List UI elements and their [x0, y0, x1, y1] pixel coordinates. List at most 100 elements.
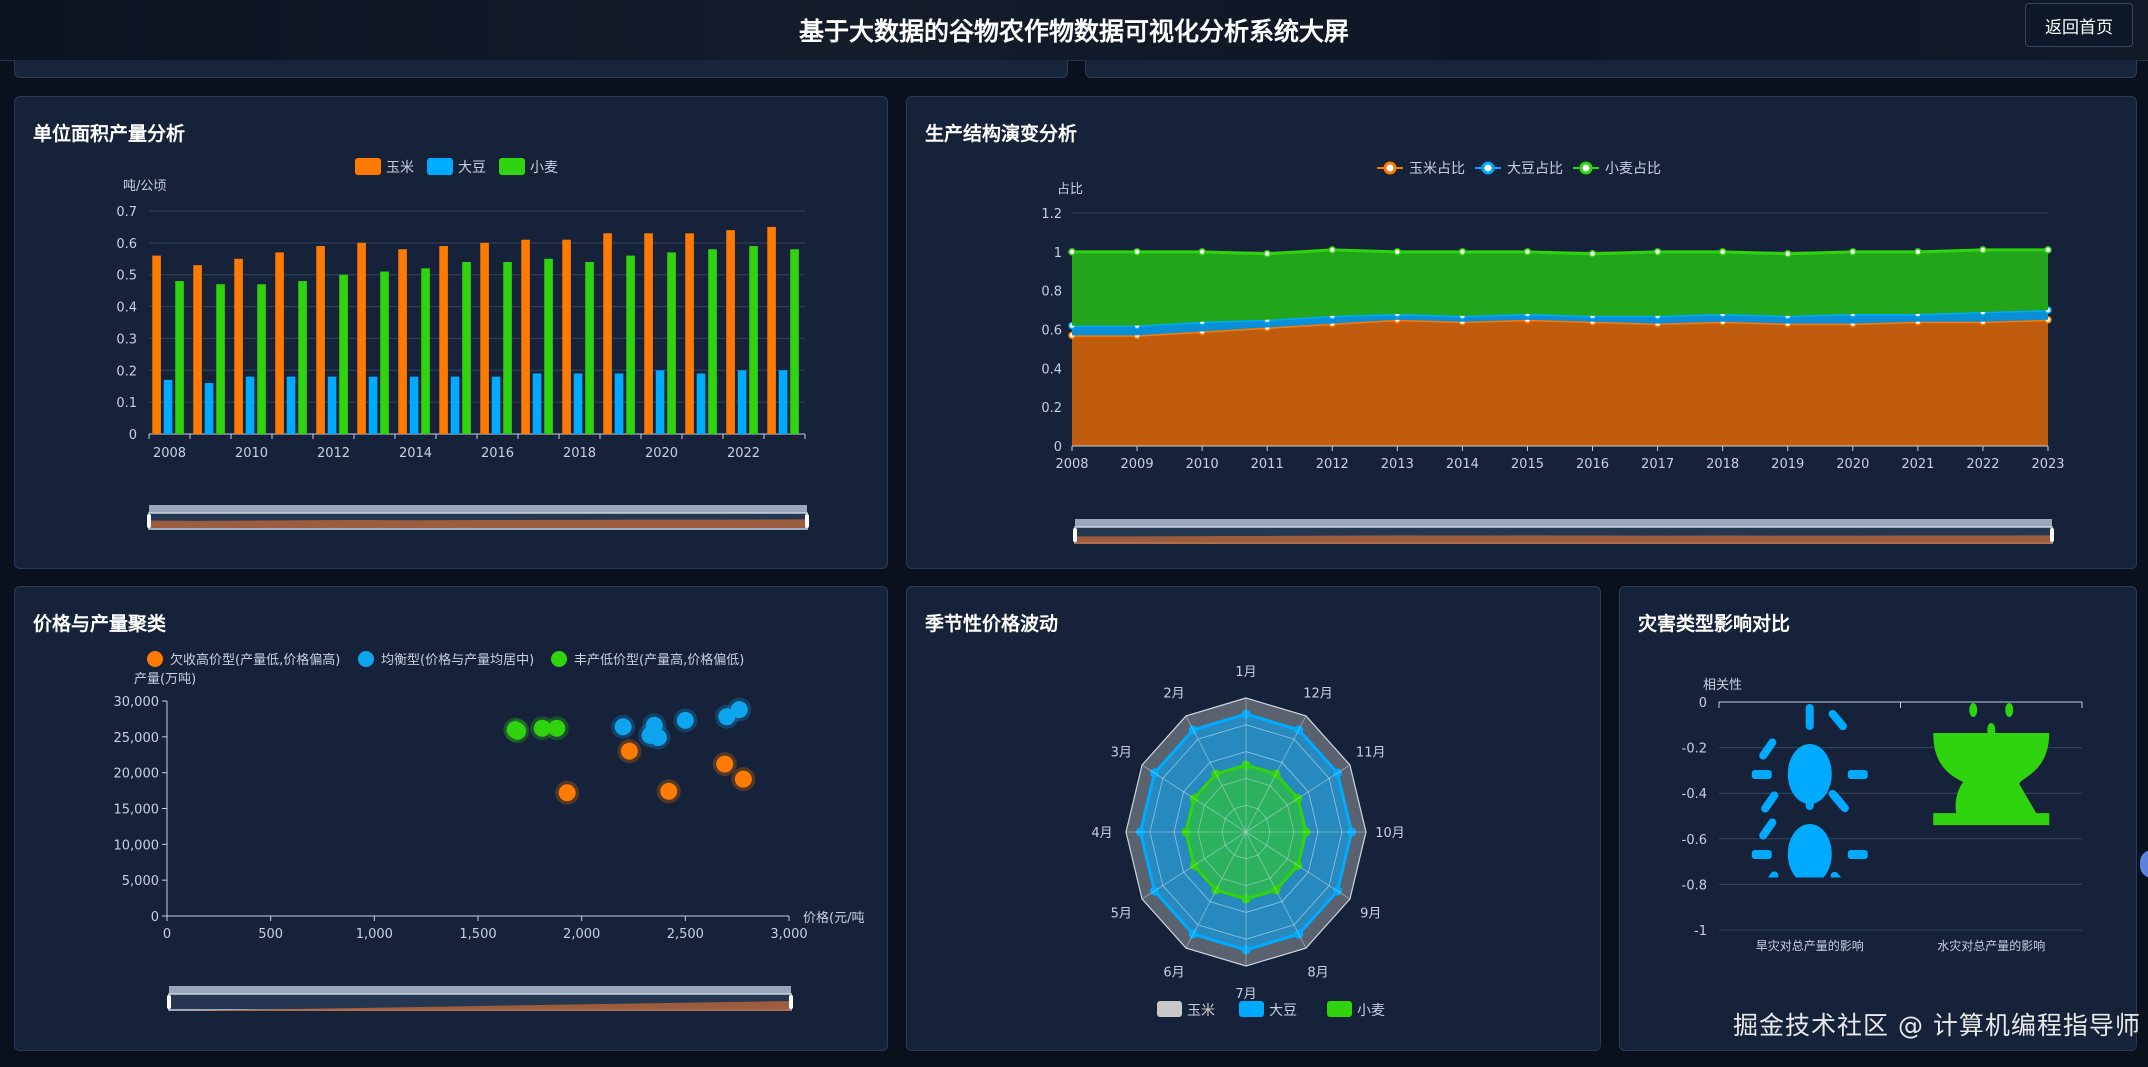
panel-structure: 生产结构演变分析 玉米占比大豆占比小麦占比占比00.20.40.60.811.2… — [906, 96, 2137, 569]
flood-pictorial-bar — [1933, 733, 2049, 825]
panel-seasonal: 季节性价格波动 1月2月3月4月5月6月7月8月9月10月11月12月玉米大豆小… — [906, 586, 1601, 1051]
legend-marker-2[interactable] — [1581, 163, 1591, 173]
scatter-point-0-2[interactable] — [660, 783, 677, 800]
bar-0-2017 — [521, 240, 530, 434]
bar-0-2015 — [439, 246, 448, 434]
bar-0-2023 — [767, 227, 776, 434]
bar-1-2022 — [738, 370, 747, 434]
legend-label[interactable]: 大豆占比 — [1507, 161, 1563, 177]
point-2-2008 — [1069, 249, 1075, 255]
point-2-2015 — [1524, 249, 1530, 255]
legend-label[interactable]: 玉米 — [386, 160, 414, 176]
bar-1-2014 — [410, 377, 419, 434]
x-tick-label: 水灾对总产量的影响 — [1937, 938, 2045, 953]
legend-swatch-1[interactable] — [1239, 1001, 1264, 1017]
y-tick-label: 5,000 — [122, 874, 159, 889]
scatter-point-2-3[interactable] — [548, 720, 565, 737]
legend-marker-0[interactable] — [147, 651, 163, 667]
radar-indicator-label: 10月 — [1375, 826, 1405, 841]
bar-1-2020 — [656, 370, 665, 434]
x-tick-label: 2016 — [481, 446, 514, 461]
legend-label[interactable]: 玉米占比 — [1409, 161, 1465, 177]
bar-2-2022 — [749, 246, 758, 434]
datazoom-right-handle[interactable] — [805, 514, 809, 528]
x-tick-label: 2014 — [399, 446, 432, 461]
sun-icon-body — [1788, 824, 1832, 884]
y-axis-label: 产量(万吨) — [134, 672, 196, 687]
bar-0-2018 — [562, 240, 571, 434]
x-tick-label: 3,000 — [770, 927, 807, 942]
legend-marker-1[interactable] — [358, 651, 374, 667]
datazoom-handle-bar[interactable] — [169, 986, 791, 994]
scatter-point-1-4[interactable] — [677, 712, 694, 729]
legend-swatch-2[interactable] — [499, 158, 525, 175]
scatter-point-2-1[interactable] — [509, 723, 526, 740]
seasonal-radar-chart: 1月2月3月4月5月6月7月8月9月10月11月12月玉米大豆小麦 — [907, 587, 1602, 1052]
x-tick-label: 2022 — [1966, 457, 1999, 472]
area-0 — [1072, 320, 2048, 446]
legend-label[interactable]: 小麦 — [1357, 1003, 1385, 1019]
point-2-2014 — [1459, 249, 1465, 255]
legend-swatch-0[interactable] — [1157, 1001, 1182, 1017]
datazoom-preview-area — [1075, 535, 2052, 544]
x-tick-label: 2010 — [235, 446, 268, 461]
structure-area-chart: 玉米占比大豆占比小麦占比占比00.20.40.60.811.2200820092… — [907, 97, 2138, 570]
y-tick-label: 0 — [1699, 696, 1707, 711]
bar-0-2016 — [480, 243, 489, 434]
radar-indicator-label: 11月 — [1356, 746, 1386, 761]
y-tick-label: -1 — [1694, 924, 1707, 939]
bar-2-2019 — [626, 256, 635, 434]
legend-marker-0[interactable] — [1385, 163, 1395, 173]
scatter-point-0-3[interactable] — [716, 756, 733, 773]
point-2-2021 — [1915, 249, 1921, 255]
legend-marker-1[interactable] — [1483, 163, 1493, 173]
legend-swatch-1[interactable] — [427, 158, 453, 175]
back-home-button[interactable]: 返回首页 — [2025, 3, 2133, 47]
scatter-point-1-0[interactable] — [615, 718, 632, 735]
sun-icon-ray — [1758, 817, 1778, 841]
x-tick-label: 2016 — [1576, 457, 1609, 472]
datazoom-handle-bar[interactable] — [1075, 519, 2052, 527]
floating-assist-button[interactable] — [2140, 850, 2148, 878]
sun-icon-ray — [1758, 737, 1778, 761]
scatter-point-0-0[interactable] — [559, 784, 576, 801]
legend-label[interactable]: 大豆 — [458, 160, 486, 176]
legend-label[interactable]: 均衡型(价格与产量均居中) — [381, 652, 534, 668]
legend-label[interactable]: 大豆 — [1269, 1003, 1297, 1019]
legend-label[interactable]: 丰产低价型(产量高,价格偏低) — [574, 652, 744, 668]
legend-marker-2[interactable] — [551, 651, 567, 667]
datazoom-right-handle[interactable] — [789, 995, 793, 1009]
x-tick-label: 1,000 — [356, 927, 393, 942]
datazoom-handle-bar[interactable] — [149, 505, 807, 513]
panel-disaster: 灾害类型影响对比 相关性0-0.2-0.4-0.6-0.8-1旱灾对总产量的影响… — [1619, 586, 2137, 1051]
bar-2-2021 — [708, 249, 717, 434]
bar-1-2023 — [779, 370, 788, 434]
legend-label[interactable]: 玉米 — [1187, 1003, 1215, 1019]
sun-icon-ray — [1806, 704, 1814, 730]
legend-swatch-2[interactable] — [1327, 1001, 1352, 1017]
x-tick-label: 2012 — [317, 446, 350, 461]
radar-indicator-label: 12月 — [1303, 687, 1333, 702]
x-tick-label: 2014 — [1446, 457, 1479, 472]
scatter-point-0-4[interactable] — [735, 771, 752, 788]
legend-label[interactable]: 小麦占比 — [1605, 161, 1661, 177]
bar-1-2019 — [615, 373, 624, 434]
y-tick-label: 0.7 — [116, 205, 137, 220]
scatter-point-1-3[interactable] — [650, 729, 667, 746]
x-tick-label: 2018 — [563, 446, 596, 461]
x-tick-label: 2021 — [1901, 457, 1934, 472]
sun-icon-ray — [1848, 850, 1868, 859]
datazoom-left-handle[interactable] — [1073, 528, 1077, 542]
bar-2-2009 — [216, 284, 225, 434]
datazoom-left-handle[interactable] — [167, 995, 171, 1009]
bar-0-2014 — [398, 249, 407, 434]
datazoom-right-handle[interactable] — [2050, 528, 2054, 542]
datazoom-left-handle[interactable] — [147, 514, 151, 528]
point-2-2011 — [1264, 251, 1270, 257]
legend-label[interactable]: 小麦 — [530, 160, 558, 176]
legend-label[interactable]: 欠收高价型(产量低,价格偏高) — [170, 652, 340, 668]
scatter-point-1-6[interactable] — [731, 701, 748, 718]
scatter-point-0-1[interactable] — [621, 743, 638, 760]
legend-swatch-0[interactable] — [355, 158, 381, 175]
panel-cluster: 价格与产量聚类 欠收高价型(产量低,价格偏高)均衡型(价格与产量均居中)丰产低价… — [14, 586, 888, 1051]
